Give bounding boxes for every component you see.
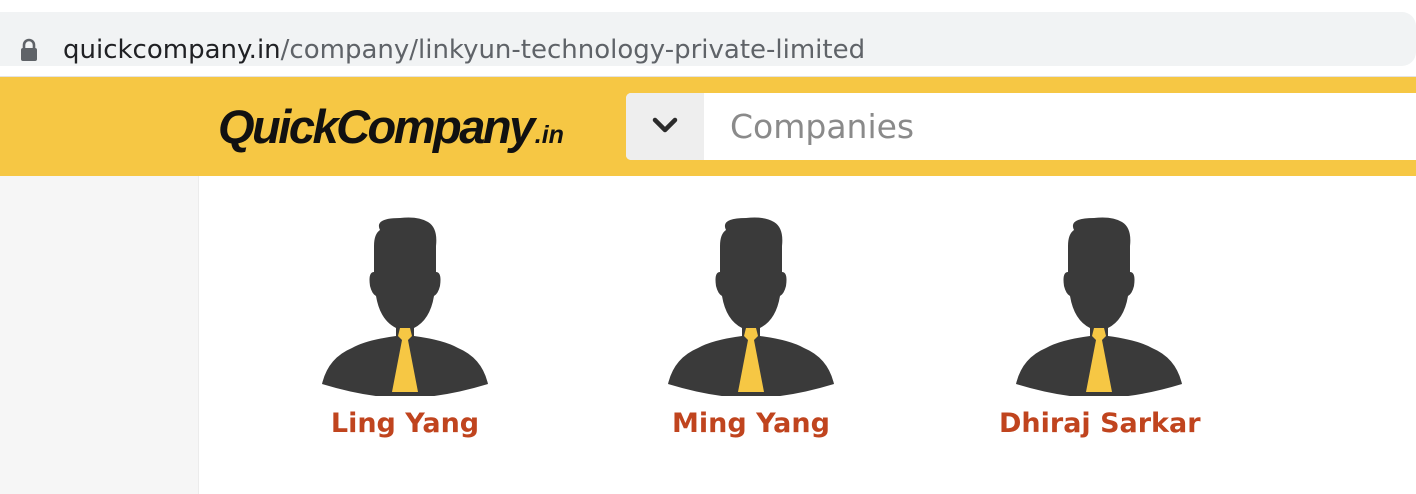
address-bar[interactable]: quickcompany.in/company/linkyun-technolo… [0, 12, 1416, 66]
search-box [626, 93, 1416, 160]
url-domain: quickcompany.in [63, 35, 281, 65]
logo-suffix: .in [534, 121, 564, 149]
chevron-down-icon [652, 116, 678, 138]
url-text[interactable]: quickcompany.in/company/linkyun-technolo… [63, 33, 865, 67]
search-input[interactable] [704, 93, 1416, 160]
director-card: Ling Yang [305, 212, 505, 462]
url-path: /company/linkyun-technology-private-limi… [280, 35, 866, 65]
logo-text: QuickCompany [218, 100, 535, 153]
director-name-link[interactable]: Ling Yang [305, 408, 505, 439]
site-logo[interactable]: QuickCompany.in [218, 97, 564, 165]
director-card: Ming Yang [651, 212, 851, 462]
director-name-link[interactable]: Ming Yang [651, 408, 851, 439]
search-category-dropdown[interactable] [626, 93, 704, 160]
browser-toolbar: quickcompany.in/company/linkyun-technolo… [0, 0, 1416, 77]
director-name-link[interactable]: Dhiraj Sarkar [999, 408, 1201, 439]
director-card: Dhiraj Sarkar [999, 212, 1201, 462]
left-sidebar [0, 176, 199, 494]
